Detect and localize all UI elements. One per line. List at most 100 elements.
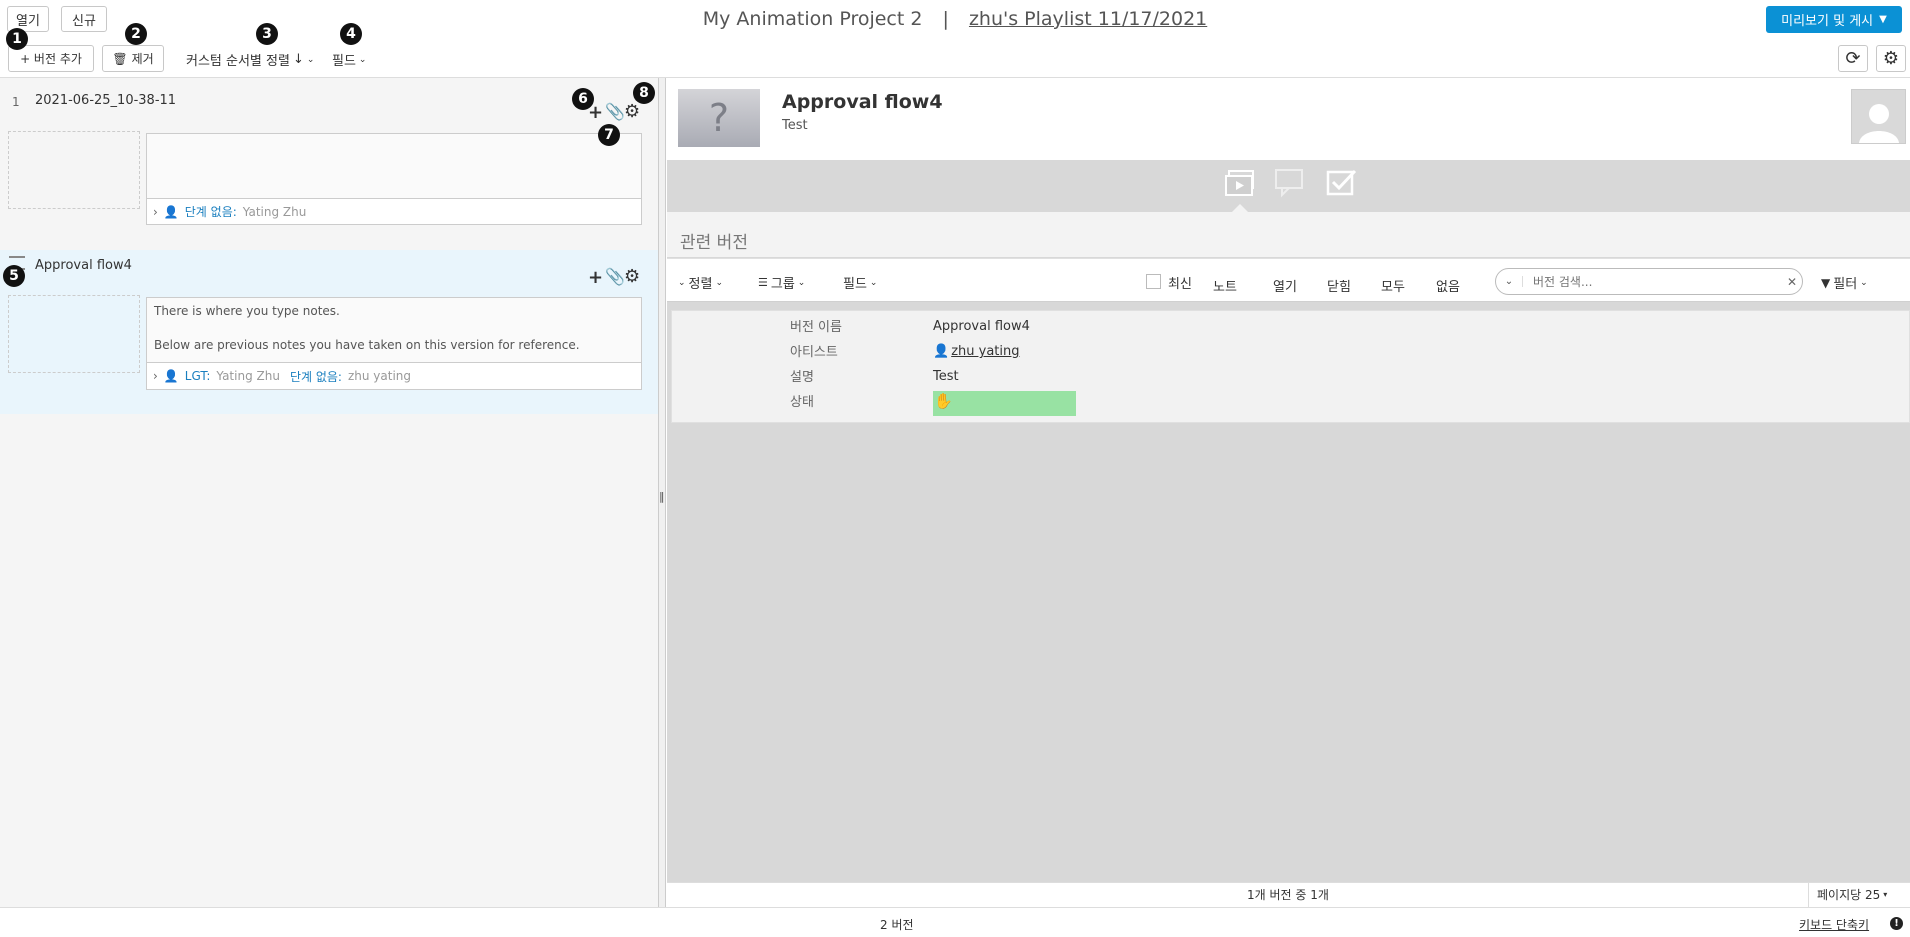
version-thumbnail [8, 295, 140, 373]
closed-filter[interactable]: 닫힘 [1327, 276, 1351, 295]
open-filter[interactable]: 열기 [1273, 276, 1297, 295]
chevron-down-icon: ⌄ [869, 277, 878, 288]
callout-4: 4 [340, 23, 362, 45]
remove-button[interactable]: 🗑 제거 [102, 45, 164, 72]
search-input[interactable] [1531, 273, 1782, 290]
latest-checkbox[interactable] [1146, 274, 1161, 289]
trash-icon: 🗑 [112, 51, 128, 66]
fields-label: 필드 [843, 277, 867, 292]
attachment-icon[interactable]: 📎 [605, 267, 625, 286]
chevron-down-icon: ⌄ [358, 54, 367, 65]
add-note-icon[interactable]: + [588, 267, 603, 288]
user-icon: 👤 [163, 369, 179, 383]
field-label: 버전 이름 [790, 320, 842, 335]
notes-tab-icon[interactable] [1274, 168, 1310, 198]
artist-link[interactable]: 👤 zhu yating [933, 344, 1019, 359]
field-label: 설명 [790, 370, 814, 385]
group-label: 그룹 [770, 277, 795, 292]
version-name-value: Approval flow4 [933, 319, 1030, 334]
chevron-down-icon: ⌄ [1860, 277, 1868, 288]
hand-icon: ✋ [934, 392, 953, 410]
version-name[interactable]: Approval flow4 [35, 258, 132, 273]
status-badge[interactable]: ✋ [933, 391, 1076, 416]
publish-button[interactable]: 미리보기 및 게시 ▼ [1766, 6, 1902, 33]
gear-icon[interactable]: ⚙ [624, 101, 640, 122]
avatar[interactable] [1851, 89, 1906, 144]
filter-icon: ▼ [1821, 275, 1831, 290]
notes-field[interactable] [146, 133, 642, 199]
playlist-name[interactable]: zhu's Playlist 11/17/2021 [969, 8, 1207, 30]
fields-dropdown[interactable]: 필드 ⌄ [332, 50, 366, 69]
callout-2: 2 [125, 23, 147, 45]
detail-subtitle: Test [782, 118, 808, 133]
remove-label: 제거 [131, 52, 154, 66]
latest-label: 최신 [1168, 277, 1192, 292]
refresh-button[interactable]: ⟳ [1838, 45, 1868, 72]
all-filter[interactable]: 모두 [1381, 276, 1405, 295]
notes-filter[interactable]: 노트 [1213, 276, 1237, 295]
status-label: 단계 없음: [184, 205, 237, 219]
status-label: 단계 없음: [289, 369, 342, 384]
info-icon[interactable]: ! [1890, 917, 1903, 930]
clear-icon[interactable]: ✕ [1782, 275, 1802, 289]
version-index: 1 [12, 95, 20, 109]
user-icon: 👤 [933, 344, 950, 359]
fields-dropdown[interactable]: 필드 ⌄ [843, 273, 877, 292]
section-title: 관련 버전 [680, 233, 748, 253]
artist-name: zhu yating [951, 344, 1020, 359]
list-icon: ☰ [758, 276, 768, 289]
pagination-text: 1개 버전 중 1개 [1247, 888, 1329, 902]
footer-bar [0, 907, 1910, 937]
version-footer: › 👤 LGT: Yating Zhu 단계 없음: zhu yating [146, 363, 642, 390]
sort-dropdown[interactable]: 커스텀 순서별 정렬 ↓ ⌄ [186, 50, 314, 69]
splitter-grip-icon: ‖ [659, 490, 665, 503]
per-page-label: 페이지당 25 [1817, 888, 1881, 902]
callout-7: 7 [598, 124, 620, 146]
expand-chevron-icon[interactable]: › [153, 369, 158, 383]
callout-3: 3 [256, 23, 278, 45]
sort-arrow-icon: ↓ [292, 52, 304, 67]
chevron-down-icon: ⌄ [715, 277, 724, 288]
chevron-down-icon[interactable]: ⌄ [1496, 276, 1523, 287]
none-filter[interactable]: 없음 [1436, 276, 1460, 295]
version-thumbnail: ? [678, 89, 760, 147]
fields-label: 필드 [332, 54, 356, 69]
callout-1: 1 [6, 28, 28, 50]
gear-icon[interactable]: ⚙ [624, 266, 640, 287]
user-icon: 👤 [163, 204, 179, 219]
field-label: 아티스트 [790, 345, 838, 360]
filter-label: 필터 [1833, 277, 1858, 292]
notes-line: Below are previous notes you have taken … [154, 338, 580, 352]
expand-chevron-icon[interactable]: › [153, 205, 158, 219]
user-name: Yating Zhu [242, 204, 307, 219]
version-thumbnail [8, 131, 140, 209]
filter-dropdown[interactable]: ▼ 필터 ⌄ [1821, 273, 1868, 293]
detail-title: Approval flow4 [782, 91, 943, 113]
section-header [667, 212, 1910, 257]
refresh-icon: ⟳ [1845, 48, 1861, 69]
caret-down-icon: ▾ [1883, 890, 1888, 899]
search-box[interactable]: ⌄ ✕ [1495, 268, 1803, 295]
settings-button[interactable]: ⚙ [1876, 45, 1906, 72]
tasks-tab-icon[interactable] [1326, 168, 1358, 198]
description-value: Test [933, 369, 959, 384]
project-name[interactable]: My Animation Project 2 [703, 8, 923, 30]
gear-icon: ⚙ [1882, 48, 1900, 69]
related-version-card[interactable] [671, 310, 1910, 423]
chevron-down-icon: ⌄ [797, 277, 806, 288]
user-name: zhu yating [347, 369, 412, 383]
group-dropdown[interactable]: ☰ 그룹 ⌄ [758, 273, 805, 292]
keyboard-shortcuts-link[interactable]: 키보드 단축키 [1799, 916, 1869, 933]
version-name[interactable]: 2021-06-25_10-38-11 [35, 93, 176, 108]
sort-label: 커스텀 순서별 정렬 [186, 54, 290, 69]
per-page-dropdown[interactable]: 페이지당 25 ▾ [1808, 882, 1887, 907]
sort-dropdown[interactable]: ⌄ 정렬 ⌄ [678, 273, 723, 292]
notes-field[interactable]: There is where you type notes. Below are… [146, 297, 642, 363]
active-tab-pointer [1232, 204, 1248, 212]
sort-label: 정렬 [688, 277, 713, 292]
version-count: 2 버전 [880, 918, 914, 932]
version-footer: › 👤 단계 없음: Yating Zhu [146, 199, 642, 225]
versions-tab-icon[interactable] [1224, 168, 1258, 198]
callout-8: 8 [633, 82, 655, 104]
attachment-icon[interactable]: 📎 [605, 102, 625, 121]
